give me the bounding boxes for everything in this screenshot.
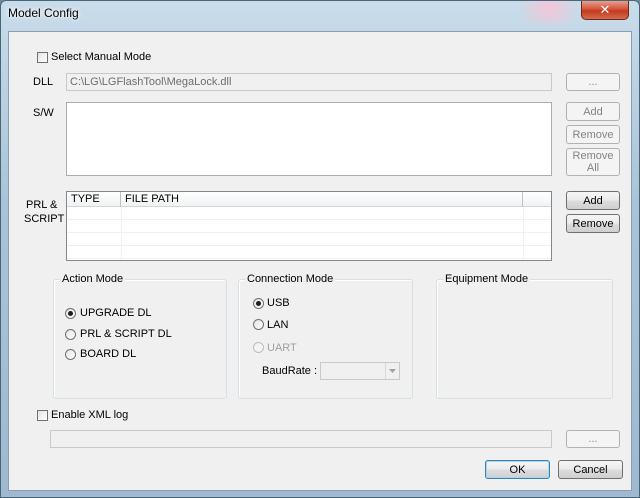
title-bar-decoration bbox=[501, 1, 581, 23]
baudrate-select[interactable] bbox=[320, 362, 400, 380]
prl-remove-button[interactable]: Remove bbox=[566, 214, 620, 233]
title-bar[interactable]: Model Config ✕ bbox=[1, 1, 639, 23]
script-label: SCRIPT bbox=[24, 213, 65, 225]
dll-path-field[interactable]: C:\LG\LGFlashTool\MegaLock.dll bbox=[66, 73, 552, 91]
dialog-client-area bbox=[8, 31, 632, 491]
prl-list-header: TYPE FILE PATH bbox=[67, 192, 551, 207]
column-header-file-path[interactable]: FILE PATH bbox=[121, 192, 523, 207]
connection-mode-title: Connection Mode bbox=[245, 273, 336, 285]
prl-label: PRL & bbox=[26, 199, 58, 211]
upgrade-dl-radio[interactable] bbox=[65, 308, 76, 319]
prl-script-list[interactable]: TYPE FILE PATH bbox=[66, 191, 552, 261]
upgrade-dl-label[interactable]: UPGRADE DL bbox=[80, 307, 152, 319]
sw-list-box[interactable] bbox=[66, 102, 552, 176]
sw-remove-all-button[interactable]: Remove All bbox=[566, 148, 620, 176]
chevron-down-icon[interactable] bbox=[385, 363, 399, 379]
action-mode-title: Action Mode bbox=[60, 273, 126, 285]
list-item bbox=[67, 247, 551, 259]
prl-script-dl-label[interactable]: PRL & SCRIPT DL bbox=[80, 328, 172, 340]
manual-mode-label[interactable]: Select Manual Mode bbox=[51, 51, 151, 63]
dll-label: DLL bbox=[33, 76, 54, 88]
cancel-button[interactable]: Cancel bbox=[558, 460, 623, 479]
xml-log-path-field[interactable] bbox=[50, 430, 552, 448]
usb-label[interactable]: USB bbox=[267, 297, 290, 309]
close-button[interactable]: ✕ bbox=[581, 1, 629, 20]
uart-label[interactable]: UART bbox=[267, 342, 297, 354]
dll-browse-button[interactable]: ... bbox=[566, 73, 620, 91]
uart-radio[interactable] bbox=[253, 342, 264, 353]
prl-script-dl-radio[interactable] bbox=[65, 329, 76, 340]
board-dl-label[interactable]: BOARD DL bbox=[80, 348, 136, 360]
equipment-mode-group: Equipment Mode bbox=[436, 273, 613, 399]
connection-mode-group: Connection Mode bbox=[238, 273, 413, 399]
column-header-filler bbox=[523, 192, 551, 207]
xml-log-label[interactable]: Enable XML log bbox=[51, 409, 128, 421]
list-item bbox=[67, 221, 551, 233]
lan-label[interactable]: LAN bbox=[267, 319, 288, 331]
usb-radio[interactable] bbox=[253, 298, 264, 309]
sw-add-button[interactable]: Add bbox=[566, 102, 620, 121]
xml-log-browse-button[interactable]: ... bbox=[566, 430, 620, 448]
equipment-mode-title: Equipment Mode bbox=[443, 273, 531, 285]
list-item bbox=[67, 234, 551, 246]
lan-radio[interactable] bbox=[253, 319, 264, 330]
window-title: Model Config bbox=[8, 6, 79, 20]
prl-add-button[interactable]: Add bbox=[566, 191, 620, 210]
manual-mode-checkbox[interactable] bbox=[37, 52, 48, 63]
close-icon: ✕ bbox=[599, 2, 611, 17]
baudrate-label: BaudRate : bbox=[262, 365, 318, 377]
sw-remove-button[interactable]: Remove bbox=[566, 125, 620, 144]
sw-label: S/W bbox=[33, 107, 54, 119]
column-header-type[interactable]: TYPE bbox=[67, 192, 121, 207]
xml-log-checkbox[interactable] bbox=[37, 410, 48, 421]
board-dl-radio[interactable] bbox=[65, 349, 76, 360]
list-item bbox=[67, 208, 551, 220]
ok-button[interactable]: OK bbox=[485, 460, 550, 479]
